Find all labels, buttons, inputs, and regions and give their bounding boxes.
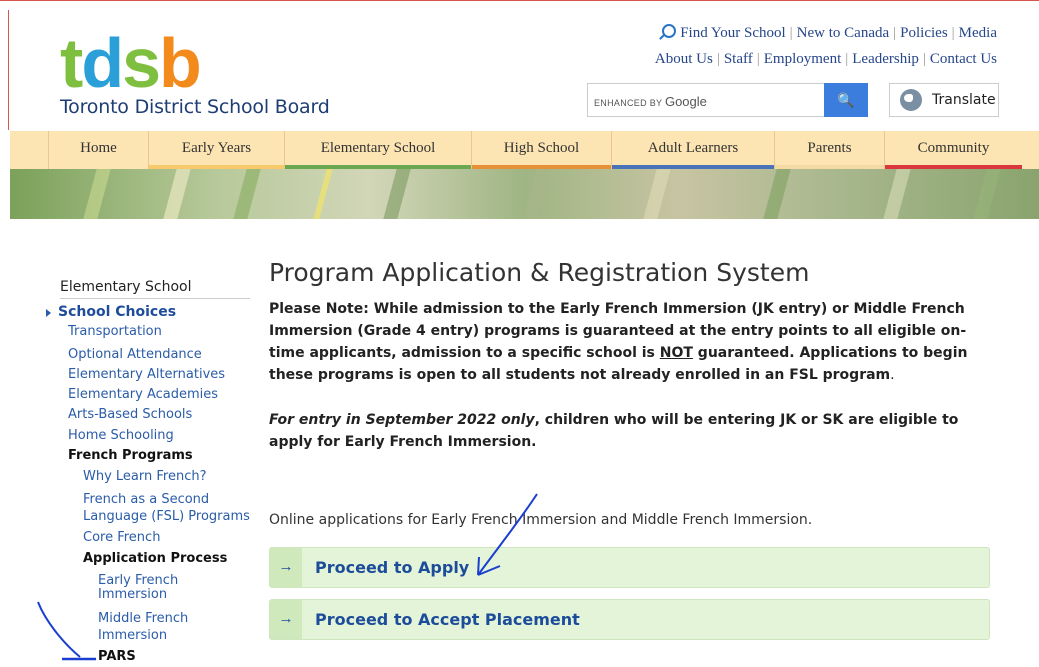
page-frame-side [8, 10, 9, 130]
globe-icon [900, 89, 922, 111]
sidebar-item-school-choices[interactable]: School Choices [58, 304, 176, 320]
search-button[interactable]: 🔍 [824, 83, 868, 117]
note-not: NOT [659, 345, 693, 361]
sidebar-divider [60, 298, 250, 299]
link-new-to-canada[interactable]: New to Canada [797, 25, 889, 41]
sidebar-item-home-schooling[interactable]: Home Schooling [68, 428, 174, 444]
top-links: Find Your School | New to Canada | Policies |… [655, 20, 997, 72]
logo-letter-d: d [81, 24, 124, 102]
search-enhanced-text: ENHANCED BY [594, 98, 663, 108]
link-policies[interactable]: Policies [900, 25, 948, 41]
sidebar-item-why-learn-french[interactable]: Why Learn French? [83, 469, 207, 485]
sidebar-item-elementary-academies[interactable]: Elementary Academies [68, 387, 218, 403]
logo-subtitle: Toronto District School Board [60, 96, 330, 118]
search-placeholder: ENHANCED BY Google [594, 94, 707, 109]
page-title: Program Application & Registration Syste… [269, 258, 810, 287]
proceed-to-accept-placement-button[interactable]: → Proceed to Accept Placement [269, 599, 990, 640]
sidebar-item-arts-based-schools[interactable]: Arts-Based Schools [68, 407, 192, 423]
link-employment[interactable]: Employment [764, 51, 842, 67]
translate-button[interactable]: Translate [889, 83, 999, 117]
nav-early-years-label: Early Years [181, 140, 252, 156]
nav-adult-learners-label: Adult Learners [647, 140, 739, 156]
nav-elementary-school[interactable]: Elementary School [284, 131, 471, 169]
sidebar-item-elementary-alternatives[interactable]: Elementary Alternatives [68, 367, 225, 383]
sidebar-item-application-process[interactable]: Application Process [83, 551, 227, 567]
logo-letter-s: s [122, 24, 161, 102]
top-links-row-1: Find Your School | New to Canada | Policies |… [655, 20, 997, 46]
logo-mark: tdsb [60, 28, 330, 98]
sidebar-item-french-programs[interactable]: French Programs [68, 448, 193, 464]
search-icon [662, 24, 677, 38]
logo-letter-b: b [159, 24, 202, 102]
sidebar-item-early-french-line2[interactable]: Immersion [98, 587, 167, 603]
translate-label: Translate [932, 92, 996, 108]
logo-letter-t: t [60, 24, 83, 102]
link-staff[interactable]: Staff [724, 51, 753, 67]
link-find-your-school[interactable]: Find Your School [680, 25, 785, 41]
page-frame-top [0, 0, 1039, 10]
nav-high-school[interactable]: High School [471, 131, 611, 169]
nav-early-years[interactable]: Early Years [148, 131, 284, 169]
top-links-row-2: About Us | Staff | Employment | Leadership | Con… [654, 51, 997, 67]
sidebar-item-transportation[interactable]: Transportation [68, 324, 162, 340]
main-nav: Home Early Years Elementary School High … [10, 131, 1039, 169]
arrow-right-icon: → [270, 548, 302, 587]
nav-community-label: Community [917, 140, 990, 156]
link-leadership[interactable]: Leadership [852, 51, 919, 67]
nav-parents-label: Parents [807, 140, 852, 156]
sidebar-item-middle-french-line1[interactable]: Middle French [98, 611, 188, 627]
arrow-right-icon: → [270, 600, 302, 639]
sidebar-title: Elementary School [60, 279, 192, 295]
sidebar-item-middle-french-line2[interactable]: Immersion [98, 628, 167, 644]
sidebar-item-core-french[interactable]: Core French [83, 530, 160, 546]
tdsb-logo[interactable]: tdsb Toronto District School Board [60, 28, 330, 118]
nav-adult-learners[interactable]: Adult Learners [611, 131, 774, 169]
proceed-to-apply-label: Proceed to Apply [315, 558, 470, 577]
entry-note: For entry in September 2022 only, childr… [269, 409, 994, 453]
sidebar-item-pars[interactable]: PARS [98, 649, 136, 665]
nav-elementary-school-label: Elementary School [320, 140, 436, 156]
nav-community[interactable]: Community [884, 131, 1022, 169]
search-google-text: Google [664, 94, 707, 109]
nav-home-label: Home [80, 140, 117, 156]
proceed-to-apply-button[interactable]: → Proceed to Apply [269, 547, 990, 588]
link-about-us[interactable]: About Us [655, 51, 713, 67]
sidebar-item-fsl-programs-line1[interactable]: French as a Second [83, 492, 209, 508]
link-media[interactable]: Media [959, 25, 997, 41]
nav-high-school-label: High School [503, 140, 580, 156]
sidebar-item-optional-attendance[interactable]: Optional Attendance [68, 347, 202, 363]
nav-home[interactable]: Home [48, 131, 148, 169]
link-contact-us[interactable]: Contact Us [930, 51, 997, 67]
note-period: . [890, 367, 895, 383]
annotation-arrow-pars [37, 601, 81, 658]
proceed-to-accept-placement-label: Proceed to Accept Placement [315, 610, 580, 629]
online-applications-text: Online applications for Early French Imm… [269, 512, 813, 528]
header-banner [10, 169, 1039, 219]
admission-note: Please Note: While admission to the Earl… [269, 298, 994, 386]
caret-right-icon [46, 309, 51, 317]
search-input[interactable]: ENHANCED BY Google [587, 83, 825, 117]
nav-parents[interactable]: Parents [774, 131, 884, 169]
entry-italic: For entry in September 2022 only [269, 412, 535, 428]
sidebar-item-fsl-programs-line2[interactable]: Language (FSL) Programs [83, 509, 250, 525]
